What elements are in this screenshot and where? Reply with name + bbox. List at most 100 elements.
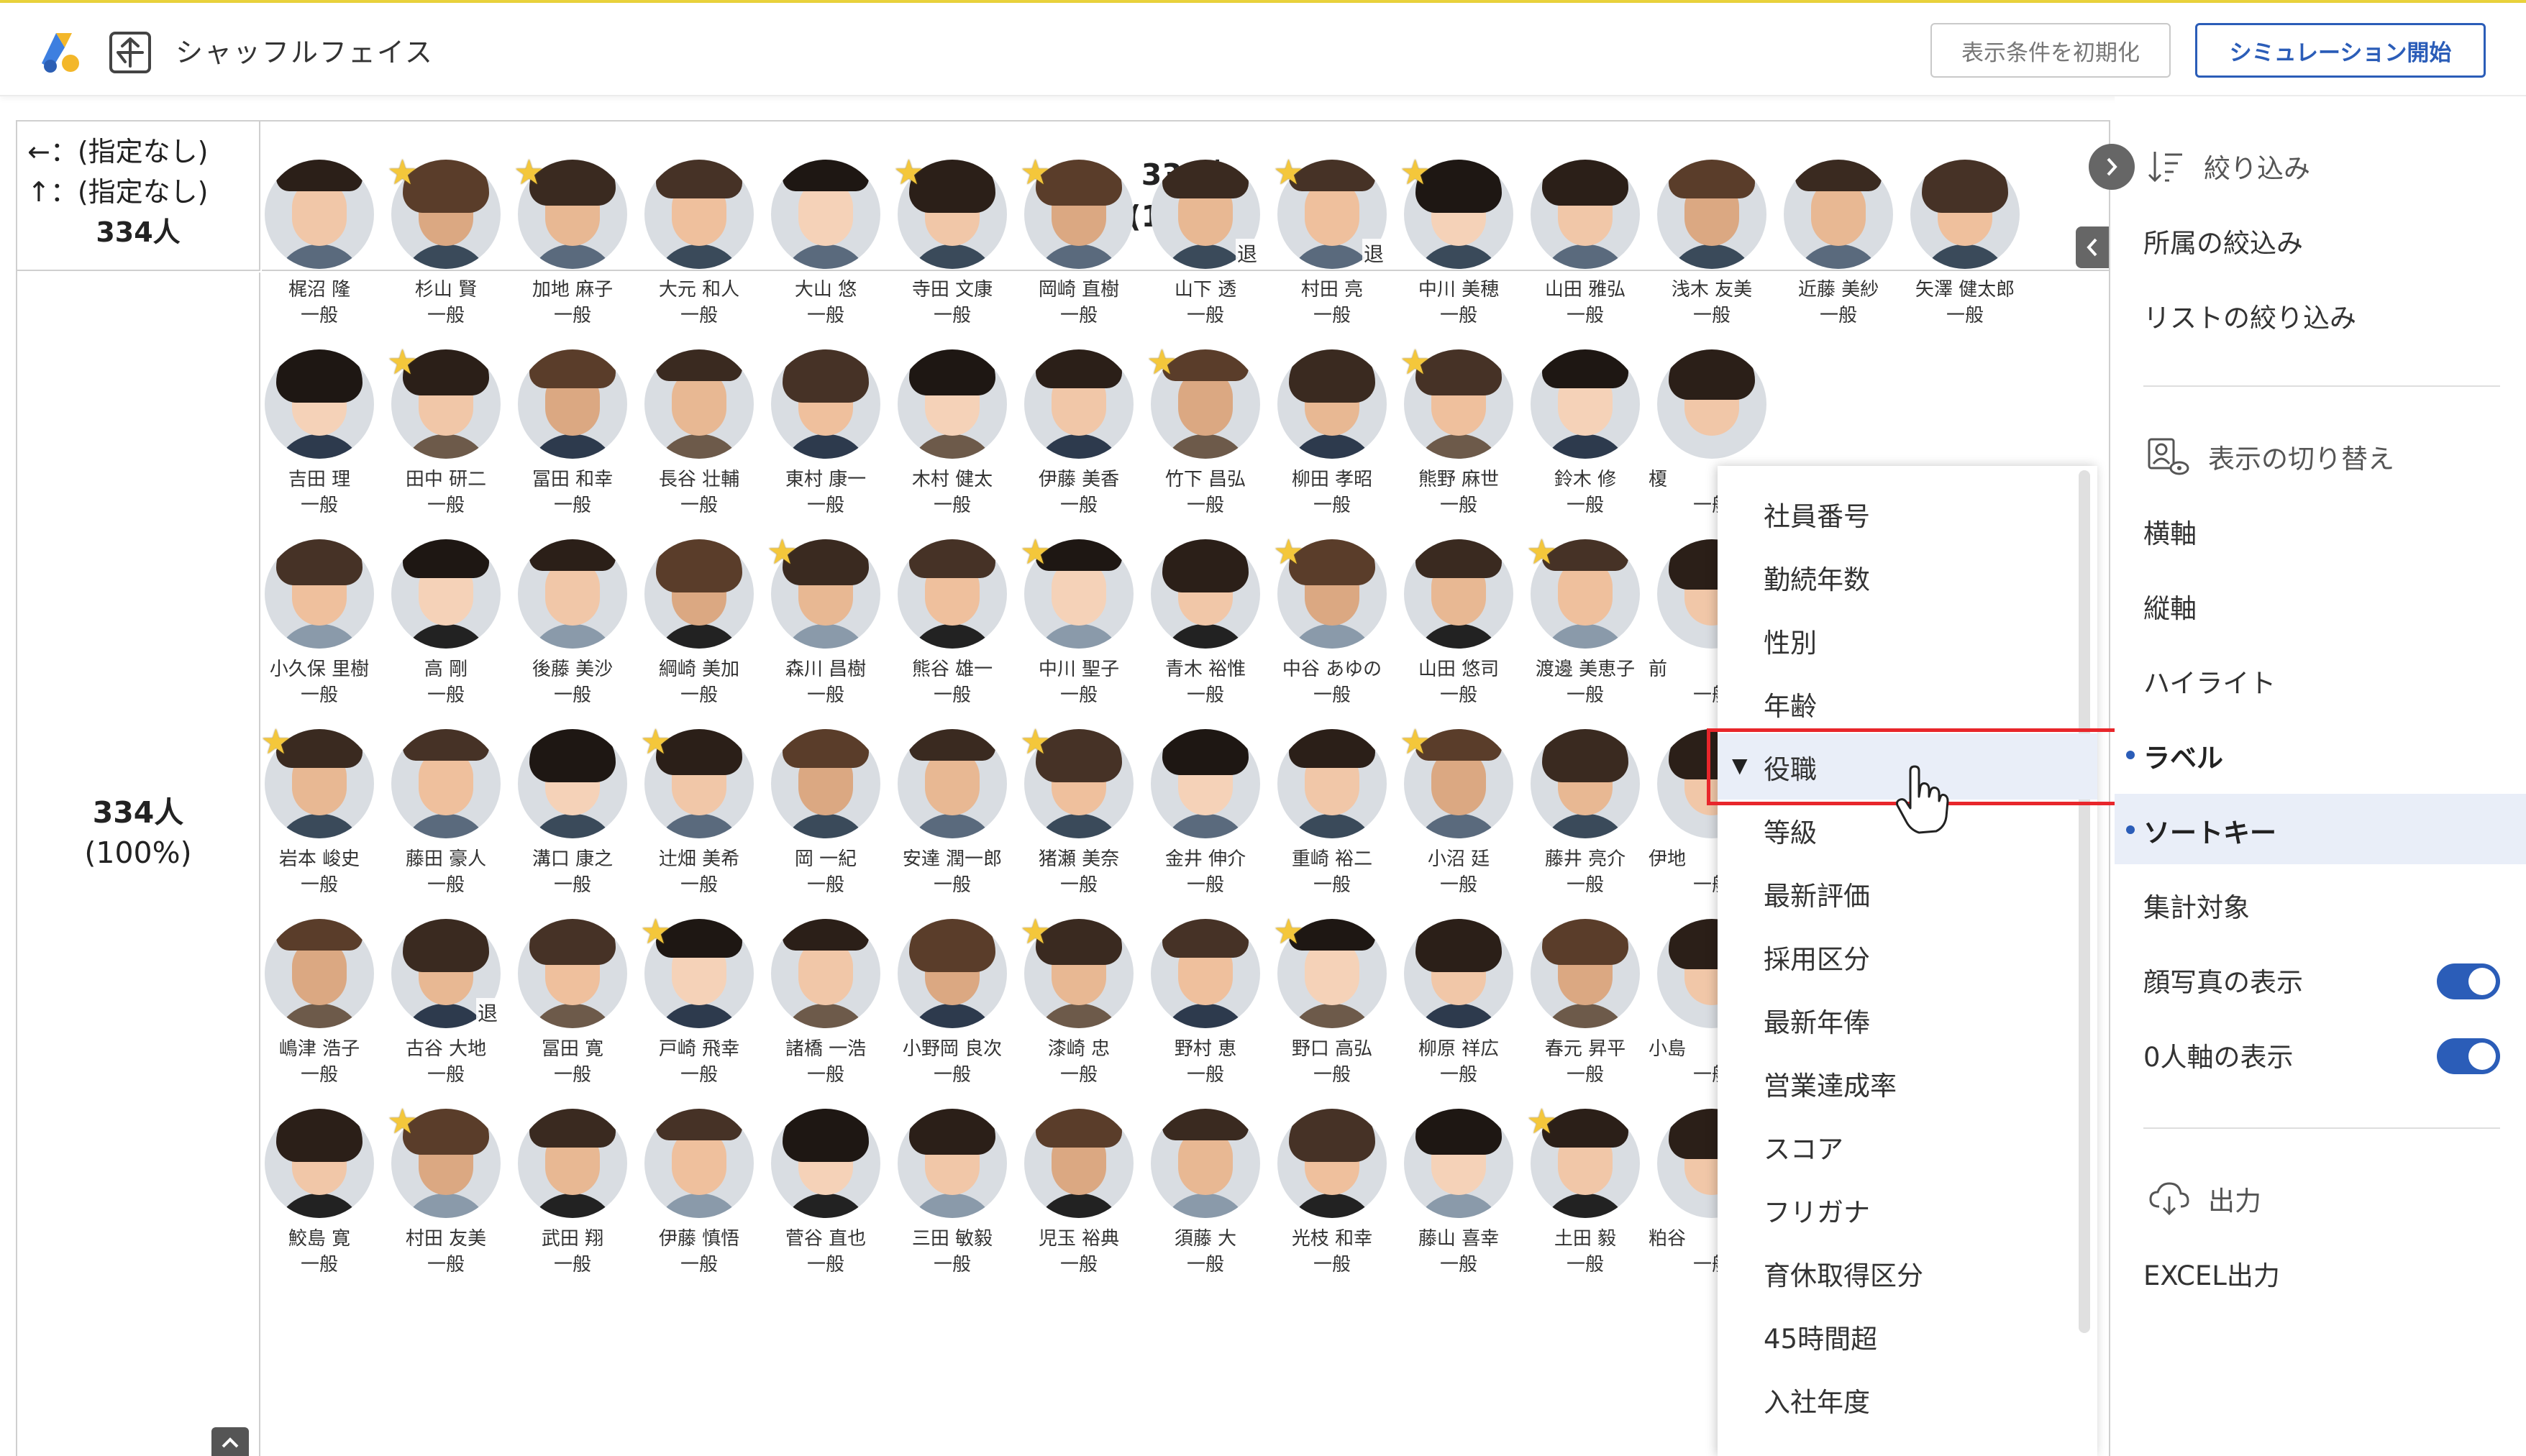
person-card[interactable]: ★ 退村田 亮一般 [1269, 155, 1395, 349]
person-card[interactable]: 退古谷 大地 一般 [383, 919, 509, 1109]
person-card[interactable]: ★ 渡邊 美恵子 一般 [1522, 535, 1649, 729]
person-card[interactable]: 嶋津 浩子 一般 [256, 919, 383, 1109]
person-card[interactable]: 須藤 大一般 [1142, 1109, 1269, 1299]
person-card[interactable]: 野村 恵一般 [1142, 919, 1269, 1109]
person-card[interactable]: 伊藤 慎悟 一般 [636, 1109, 762, 1299]
filter-by-list[interactable]: リストの絞り込み [2143, 296, 2356, 335]
person-card[interactable]: ★ 土田 毅一般 [1522, 1104, 1649, 1299]
person-card[interactable]: 鈴木 修一般 [1522, 349, 1649, 539]
person-card[interactable]: 伊藤 美香 一般 [1016, 349, 1142, 539]
person-card[interactable]: 青木 裕惟 一般 [1142, 539, 1269, 729]
person-card[interactable]: 安達 潤一郎 一般 [889, 729, 1016, 919]
person-card[interactable]: 綱崎 美加 一般 [636, 539, 762, 729]
person-card[interactable]: ★ 猪瀬 美奈 一般 [1016, 725, 1142, 919]
show-photo-toggle[interactable] [2437, 963, 2500, 999]
person-card[interactable]: 諸橋 一浩 一般 [762, 919, 889, 1109]
show-zero-axis-toggle[interactable] [2437, 1038, 2500, 1074]
person-card[interactable]: ★ 杉山 賢一般 [383, 155, 509, 349]
sort-key-option[interactable]: 最新年俸 [1764, 1001, 1870, 1040]
person-card[interactable]: 菅谷 直也 一般 [762, 1109, 889, 1299]
sort-key-option[interactable]: 最新評価 [1764, 874, 1870, 913]
person-card[interactable]: ★ 戸崎 飛幸 一般 [636, 915, 762, 1109]
person-card[interactable]: 浅木 友美 一般 [1649, 160, 1775, 349]
label-item[interactable]: ラベル [2143, 736, 2223, 775]
person-card[interactable]: 藤井 亮介 一般 [1522, 729, 1649, 919]
sort-key-option[interactable]: 社員番号 [1764, 495, 1870, 534]
person-card[interactable]: 春元 昇平 一般 [1522, 919, 1649, 1109]
person-card[interactable]: 小野岡 良次 一般 [889, 919, 1016, 1109]
person-card[interactable]: ★ 田中 研二 一般 [383, 345, 509, 539]
person-card[interactable]: ★ 中谷 あゆの 一般 [1269, 535, 1395, 729]
start-simulation-button[interactable]: シミュレーション開始 [2195, 23, 2486, 78]
person-card[interactable]: 金井 伸介 一般 [1142, 729, 1269, 919]
person-card[interactable]: 藤山 喜幸 一般 [1395, 1109, 1522, 1299]
excel-export-item[interactable]: EXCEL出力 [2143, 1254, 2280, 1293]
person-card[interactable]: 大山 悠一般 [762, 160, 889, 349]
person-card[interactable]: ★ 森川 昌樹 一般 [762, 535, 889, 729]
person-card[interactable]: 長谷 壮輔 一般 [636, 349, 762, 539]
person-card[interactable]: 退山下 透一般 [1142, 160, 1269, 349]
person-card[interactable]: 熊谷 雄一 一般 [889, 539, 1016, 729]
person-card[interactable]: ★ 小沼 廷一般 [1395, 725, 1522, 919]
reset-conditions-button[interactable]: 表示条件を初期化 [1930, 23, 2171, 78]
person-card[interactable]: ★ 竹下 昌弘 一般 [1142, 345, 1269, 539]
person-name: 長谷 壮輔 [658, 469, 740, 490]
person-card[interactable]: ★ 村田 友美 一般 [383, 1104, 509, 1299]
person-card[interactable]: 大元 和人 一般 [636, 160, 762, 349]
dropdown-scrollbar[interactable] [2079, 470, 2090, 1333]
person-card[interactable]: 冨田 和幸 一般 [509, 349, 636, 539]
person-card[interactable]: 三田 敏毅 一般 [889, 1109, 1016, 1299]
person-card[interactable]: ★ 中川 美穂 一般 [1395, 155, 1522, 349]
scroll-up-button[interactable] [211, 1427, 249, 1456]
person-card[interactable]: 山田 雅弘 一般 [1522, 160, 1649, 349]
person-card[interactable]: 武田 翔一般 [509, 1109, 636, 1299]
person-card[interactable]: 光枝 和幸 一般 [1269, 1109, 1395, 1299]
person-card[interactable]: 冨田 寛一般 [509, 919, 636, 1109]
sort-key-option[interactable]: 性別 [1764, 621, 1817, 660]
person-card[interactable]: 鮫島 寛一般 [256, 1109, 383, 1299]
person-card[interactable]: 藤田 豪人 一般 [383, 729, 509, 919]
person-card[interactable]: 吉田 理一般 [256, 349, 383, 539]
person-card[interactable]: 矢澤 健太郎 一般 [1902, 160, 2028, 349]
sidebar-toggle-button[interactable] [2089, 144, 2135, 190]
person-card[interactable]: ★ 野口 高弘 一般 [1269, 915, 1395, 1109]
person-card[interactable]: ★ 中川 聖子 一般 [1016, 535, 1142, 729]
sort-key-item[interactable]: ソートキー [2143, 811, 2276, 850]
vertical-axis-item[interactable]: 縦軸 [2143, 587, 2197, 626]
sort-key-option[interactable]: 営業達成率 [1764, 1064, 1897, 1103]
person-card[interactable]: 東村 康一 一般 [762, 349, 889, 539]
person-card[interactable]: 重崎 裕二 一般 [1269, 729, 1395, 919]
person-card[interactable]: 柳田 孝昭 一般 [1269, 349, 1395, 539]
person-card[interactable]: ★ 岡崎 直樹 一般 [1016, 155, 1142, 349]
sort-key-option[interactable]: 入社年度 [1764, 1381, 1870, 1419]
sort-key-option[interactable]: 45時間超 [1764, 1317, 1877, 1356]
person-card[interactable]: 近藤 美紗 一般 [1775, 160, 1902, 349]
sort-key-option[interactable]: スコア [1764, 1127, 1843, 1166]
person-card[interactable]: 後藤 美沙 一般 [509, 539, 636, 729]
person-card[interactable]: 岡 一紀 一般 [762, 729, 889, 919]
person-card[interactable]: 高 剛一般 [383, 539, 509, 729]
person-card[interactable]: 木村 健太 一般 [889, 349, 1016, 539]
person-card[interactable]: 柳原 祥広 一般 [1395, 919, 1522, 1109]
sort-key-option[interactable]: フリガナ [1764, 1191, 1870, 1230]
person-card[interactable]: ★ 漆崎 忠一般 [1016, 915, 1142, 1109]
person-card[interactable]: 溝口 康之 一般 [509, 729, 636, 919]
person-card[interactable]: 山田 悠司 一般 [1395, 539, 1522, 729]
person-card[interactable]: ★ 岩本 峻史 一般 [256, 725, 383, 919]
person-card[interactable]: ★ 寺田 文康 一般 [889, 155, 1016, 349]
person-card[interactable]: 児玉 裕典 一般 [1016, 1109, 1142, 1299]
person-card[interactable]: ★ 加地 麻子 一般 [509, 155, 636, 349]
highlight-item[interactable]: ハイライト [2143, 661, 2276, 700]
aggregation-target-item[interactable]: 集計対象 [2143, 886, 2250, 925]
person-card[interactable]: 梶沼 隆一般 [256, 160, 383, 349]
person-card[interactable]: 小久保 里樹 一般 [256, 539, 383, 729]
sort-key-option[interactable]: 採用区分 [1764, 938, 1870, 976]
person-card[interactable]: ★ 熊野 麻世 一般 [1395, 345, 1522, 539]
sort-key-option[interactable]: 等級 [1764, 811, 1817, 850]
horizontal-axis-item[interactable]: 横軸 [2143, 512, 2197, 551]
sort-key-option[interactable]: 勤続年数 [1764, 558, 1870, 597]
sort-key-option[interactable]: 年齢 [1764, 684, 1817, 723]
person-card[interactable]: ★ 辻畑 美希 一般 [636, 725, 762, 919]
filter-by-department[interactable]: 所属の絞込み [2143, 221, 2303, 260]
sort-key-option[interactable]: 育休取得区分 [1764, 1254, 1923, 1293]
